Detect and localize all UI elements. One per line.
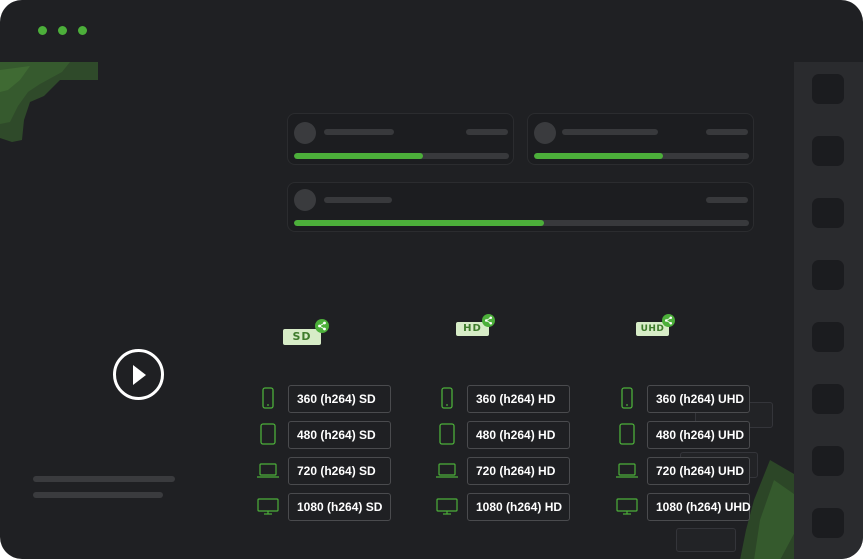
film-strip xyxy=(794,62,863,559)
format-button-360-uhd[interactable]: 360 (h264) UHD xyxy=(647,385,750,413)
format-button-360-hd[interactable]: 360 (h264) HD xyxy=(467,385,570,413)
skeleton-line xyxy=(324,129,394,135)
tablet-icon xyxy=(619,423,635,445)
format-button-480-sd[interactable]: 480 (h264) SD xyxy=(288,421,391,449)
window-dot-close[interactable] xyxy=(38,26,47,35)
app-window: SD HD UHD 360 (h264) SD 480 (h264) SD 72… xyxy=(0,0,863,559)
monitor-icon xyxy=(616,498,638,515)
monitor-icon xyxy=(257,498,279,515)
phone-icon xyxy=(441,387,453,409)
share-icon[interactable] xyxy=(482,314,495,327)
film-hole xyxy=(812,136,844,166)
skeleton-line xyxy=(562,129,658,135)
upload-card xyxy=(527,113,754,165)
skeleton-line xyxy=(466,129,508,135)
progress-bar xyxy=(294,220,749,226)
upload-card xyxy=(287,182,754,232)
film-hole xyxy=(812,384,844,414)
film-hole xyxy=(812,322,844,352)
phone-icon xyxy=(621,387,633,409)
play-button[interactable] xyxy=(113,349,164,400)
skeleton-line xyxy=(706,129,748,135)
skeleton-line xyxy=(33,492,163,498)
upload-card xyxy=(287,113,514,165)
avatar xyxy=(534,122,556,144)
share-icon[interactable] xyxy=(662,314,675,327)
skeleton-line xyxy=(706,197,748,203)
avatar xyxy=(294,122,316,144)
window-dot-minimize[interactable] xyxy=(58,26,67,35)
progress-fill xyxy=(294,220,545,226)
laptop-icon xyxy=(257,463,279,478)
window-controls xyxy=(38,26,87,35)
phone-icon xyxy=(262,387,274,409)
avatar xyxy=(294,189,316,211)
film-hole xyxy=(812,508,844,538)
format-button-720-hd[interactable]: 720 (h264) HD xyxy=(467,457,570,485)
format-button-360-sd[interactable]: 360 (h264) SD xyxy=(288,385,391,413)
format-button-1080-sd[interactable]: 1080 (h264) SD xyxy=(288,493,391,521)
film-hole xyxy=(812,198,844,228)
badge-label: SD xyxy=(283,329,321,345)
format-button-480-hd[interactable]: 480 (h264) HD xyxy=(467,421,570,449)
window-dot-maximize[interactable] xyxy=(78,26,87,35)
foliage-decoration-icon xyxy=(0,62,98,142)
format-button-1080-uhd[interactable]: 1080 (h264) UHD xyxy=(647,493,751,521)
progress-fill xyxy=(534,153,663,159)
format-button-720-sd[interactable]: 720 (h264) SD xyxy=(288,457,391,485)
play-icon xyxy=(133,365,146,385)
share-icon[interactable] xyxy=(315,319,329,333)
tablet-icon xyxy=(439,423,455,445)
laptop-icon xyxy=(436,463,458,478)
film-hole xyxy=(812,74,844,104)
film-hole xyxy=(812,260,844,290)
format-button-480-uhd[interactable]: 480 (h264) UHD xyxy=(647,421,750,449)
skeleton-line xyxy=(33,476,175,482)
tablet-icon xyxy=(260,423,276,445)
faint-background-button xyxy=(676,528,736,552)
progress-bar xyxy=(534,153,749,159)
monitor-icon xyxy=(436,498,458,515)
laptop-icon xyxy=(616,463,638,478)
skeleton-line xyxy=(324,197,392,203)
progress-bar xyxy=(294,153,509,159)
progress-fill xyxy=(294,153,423,159)
format-button-1080-hd[interactable]: 1080 (h264) HD xyxy=(467,493,570,521)
film-hole xyxy=(812,446,844,476)
format-button-720-uhd[interactable]: 720 (h264) UHD xyxy=(647,457,750,485)
